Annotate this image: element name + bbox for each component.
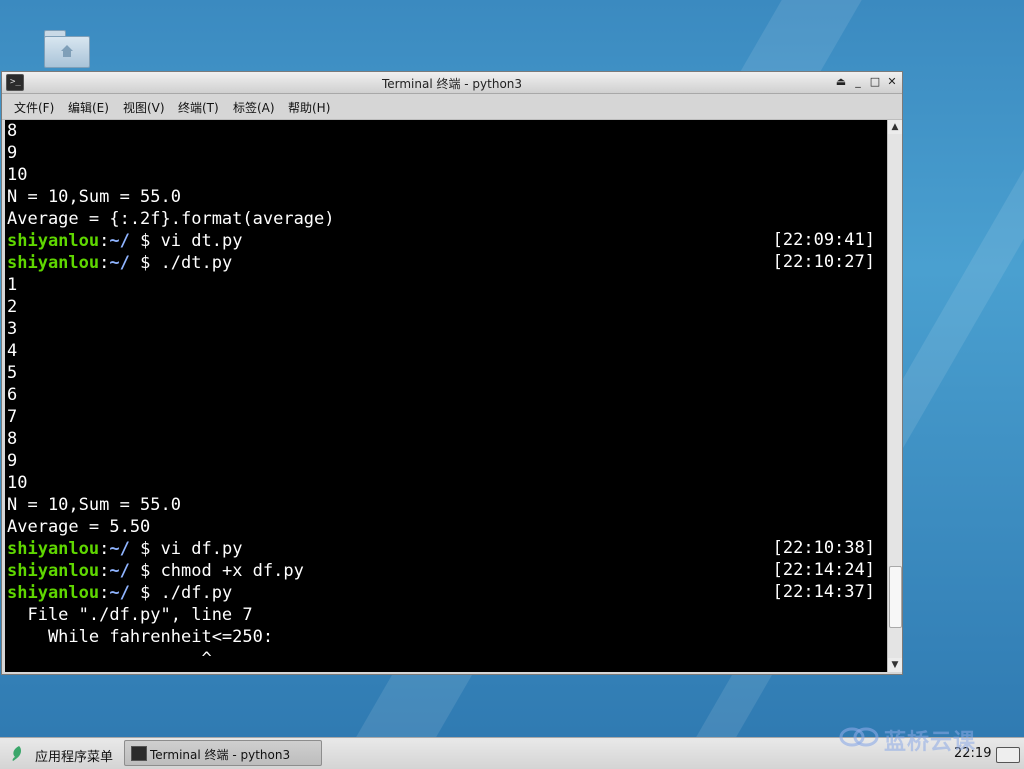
maximize-button[interactable]: □ bbox=[868, 75, 882, 89]
home-icon bbox=[61, 45, 73, 57]
output-line: 10 bbox=[7, 165, 28, 185]
menu-help[interactable]: 帮助(H) bbox=[288, 99, 330, 116]
output-line: 7 bbox=[7, 407, 18, 427]
close-button[interactable]: ✕ bbox=[885, 75, 899, 89]
keyboard-icon[interactable] bbox=[996, 747, 1020, 763]
output-line: File "./df.py", line 7 bbox=[7, 605, 253, 625]
menu-view[interactable]: 视图(V) bbox=[123, 99, 165, 116]
prompt-command: $ chmod +x df.py bbox=[129, 561, 304, 581]
app-menu-icon[interactable] bbox=[10, 745, 24, 762]
command-timestamp: [22:14:37] bbox=[772, 582, 875, 602]
scroll-up-icon[interactable]: ▲ bbox=[888, 120, 902, 134]
prompt-separator: : bbox=[99, 253, 110, 273]
command-timestamp: [22:14:24] bbox=[772, 560, 875, 580]
prompt-line: shiyanlou:~/ $ vi df.py bbox=[7, 538, 242, 560]
command-timestamp: [22:10:27] bbox=[772, 252, 875, 272]
menu-terminal[interactable]: 终端(T) bbox=[178, 99, 219, 116]
home-folder-icon[interactable] bbox=[44, 30, 90, 68]
command-timestamp: [22:09:41] bbox=[772, 230, 875, 250]
menu-tabs[interactable]: 标签(A) bbox=[233, 99, 275, 116]
prompt-user: shiyanlou bbox=[7, 539, 100, 559]
prompt-path: ~/ bbox=[109, 231, 130, 251]
app-menu-button[interactable]: 应用程序菜单 bbox=[35, 746, 113, 765]
output-line: 9 bbox=[7, 451, 18, 471]
prompt-user: shiyanlou bbox=[7, 253, 100, 273]
output-line: 2 bbox=[7, 297, 18, 317]
output-line: While fahrenheit<=250: bbox=[7, 627, 274, 647]
watermark-logo-icon bbox=[839, 727, 879, 747]
menu-bar: 文件(F) 编辑(E) 视图(V) 终端(T) 标签(A) 帮助(H) bbox=[2, 94, 902, 120]
prompt-path: ~/ bbox=[109, 539, 130, 559]
shade-button[interactable]: ⏏ bbox=[834, 75, 848, 89]
minimize-button[interactable]: _ bbox=[851, 75, 865, 89]
command-timestamp: [22:10:38] bbox=[772, 538, 875, 558]
terminal-scrollbar[interactable]: ▲ ▼ bbox=[887, 120, 902, 672]
output-line: Average = {:.2f}.format(average) bbox=[7, 209, 335, 229]
prompt-path: ~/ bbox=[109, 583, 130, 603]
prompt-command: $ ./dt.py bbox=[129, 253, 233, 273]
menu-file[interactable]: 文件(F) bbox=[14, 99, 54, 116]
prompt-path: ~/ bbox=[109, 561, 130, 581]
prompt-separator: : bbox=[99, 583, 110, 603]
output-line: 3 bbox=[7, 319, 18, 339]
prompt-separator: : bbox=[99, 539, 110, 559]
prompt-line: shiyanlou:~/ $ vi dt.py bbox=[7, 230, 242, 252]
terminal-output[interactable]: 8 9 10 N = 10,Sum = 55.0 Average = {:.2f}.fo… bbox=[5, 120, 887, 672]
taskbar-terminal-label: Terminal 终端 - python3 bbox=[150, 748, 291, 762]
prompt-command: $ ./df.py bbox=[129, 583, 233, 603]
prompt-command: $ vi df.py bbox=[129, 539, 243, 559]
prompt-separator: : bbox=[99, 231, 110, 251]
prompt-path: ~/ bbox=[109, 253, 130, 273]
prompt-line: shiyanlou:~/ $ ./df.py bbox=[7, 582, 232, 604]
output-line: 8 bbox=[7, 121, 18, 141]
prompt-separator: : bbox=[99, 561, 110, 581]
output-line: 9 bbox=[7, 143, 18, 163]
watermark-text: 蓝桥云课 bbox=[884, 730, 977, 755]
window-title: Terminal 终端 - python3 bbox=[381, 77, 523, 91]
output-line: Average = 5.50 bbox=[7, 517, 151, 537]
prompt-user: shiyanlou bbox=[7, 561, 100, 581]
prompt-user: shiyanlou bbox=[7, 583, 100, 603]
scroll-down-icon[interactable]: ▼ bbox=[888, 658, 902, 672]
output-line: N = 10,Sum = 55.0 bbox=[7, 187, 181, 207]
output-line: 6 bbox=[7, 385, 18, 405]
terminal-window: >_ Terminal 终端 - python3 ⏏ _ □ ✕ 文件(F) 编… bbox=[1, 71, 903, 675]
output-line: 4 bbox=[7, 341, 18, 361]
prompt-line: shiyanlou:~/ $ ./dt.py bbox=[7, 252, 232, 274]
window-titlebar[interactable]: >_ Terminal 终端 - python3 ⏏ _ □ ✕ bbox=[2, 72, 902, 94]
prompt-command: $ vi dt.py bbox=[129, 231, 243, 251]
output-line: N = 10,Sum = 55.0 bbox=[7, 495, 181, 515]
terminal-icon bbox=[131, 746, 147, 761]
output-line: 8 bbox=[7, 429, 18, 449]
prompt-line: shiyanlou:~/ $ chmod +x df.py bbox=[7, 560, 304, 582]
taskbar-terminal-button[interactable]: Terminal 终端 - python3 bbox=[124, 740, 322, 766]
output-line: 5 bbox=[7, 363, 18, 383]
prompt-user: shiyanlou bbox=[7, 231, 100, 251]
output-line: 1 bbox=[7, 275, 18, 295]
menu-edit[interactable]: 编辑(E) bbox=[68, 99, 109, 116]
scrollbar-thumb[interactable] bbox=[889, 565, 902, 628]
output-line: ^ bbox=[7, 649, 212, 669]
output-line: 10 bbox=[7, 473, 28, 493]
